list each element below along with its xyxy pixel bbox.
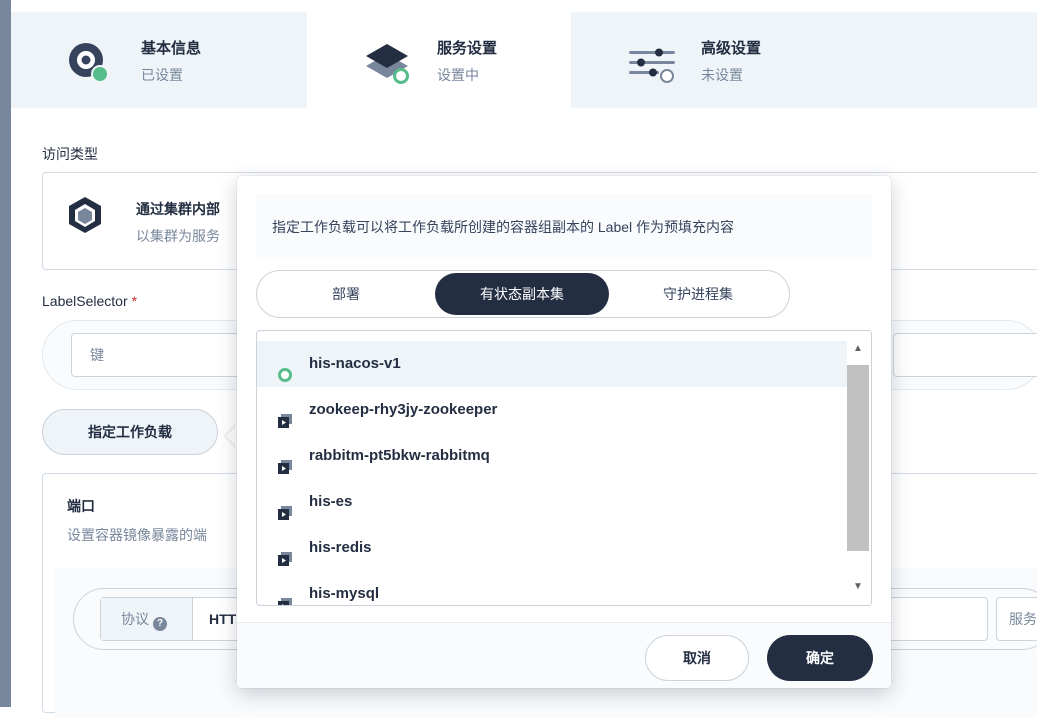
steps-header: 基本信息 已设置 服务设置 设置中 高级设置 未设置	[11, 12, 1037, 108]
workload-type-tabs: 部署 有状态副本集 守护进程集	[256, 270, 790, 318]
label-value-input[interactable]	[893, 333, 1037, 377]
tab-daemonsets[interactable]: 守护进程集	[611, 273, 785, 315]
list-item-label: his-nacos-v1	[309, 355, 401, 372]
step-title: 高级设置	[701, 40, 762, 57]
workload-popover: 指定工作负载可以将工作负载所创建的容器组副本的 Label 作为预填充内容 部署…	[237, 176, 891, 688]
step-status: 已设置	[141, 67, 183, 83]
step-basic-info[interactable]: 基本信息 已设置	[11, 12, 275, 108]
label-selector-text: LabelSelector	[42, 293, 128, 309]
workload-icon	[277, 540, 293, 566]
list-item-label: his-redis	[309, 539, 372, 556]
selected-radio-icon	[277, 356, 293, 382]
cube-icon	[65, 195, 105, 235]
step-title: 服务设置	[437, 40, 498, 57]
list-item[interactable]: his-es	[257, 479, 847, 525]
list-item[interactable]: his-redis	[257, 525, 847, 571]
popover-tip: 指定工作负载可以将工作负载所创建的容器组副本的 Label 作为预填充内容	[256, 194, 872, 260]
tab-statefulsets[interactable]: 有状态副本集	[435, 273, 609, 315]
access-type-desc: 以集群为服务	[136, 228, 220, 244]
advanced-settings-icon	[627, 38, 677, 88]
list-item-label: his-mysql	[309, 585, 380, 602]
workload-icon	[277, 494, 293, 520]
container-port-input[interactable]	[888, 597, 988, 641]
protocol-label: 协议?	[101, 598, 193, 640]
workload-list: his-nacos-v1 zookeep-rhy3jy-zookeeper ra…	[256, 330, 872, 606]
required-mark: *	[131, 293, 138, 309]
create-service-page: 基本信息 已设置 服务设置 设置中 高级设置 未设置 访问类型 通过集群内部 以…	[11, 0, 1037, 718]
step-status: 未设置	[701, 67, 743, 83]
workload-icon	[277, 448, 293, 474]
list-item[interactable]: zookeep-rhy3jy-zookeeper	[257, 387, 847, 433]
list-item-label: his-es	[309, 493, 353, 510]
access-type-label: 访问类型	[42, 146, 98, 162]
workload-icon	[277, 586, 293, 605]
cancel-button[interactable]: 取消	[645, 635, 749, 681]
specify-workload-button[interactable]: 指定工作负载	[42, 409, 218, 455]
service-port-input[interactable]: 服务端口	[996, 597, 1037, 641]
workload-icon	[277, 402, 293, 428]
access-type-title: 通过集群内部	[136, 201, 220, 217]
popover-footer: 取消 确定	[237, 622, 891, 688]
port-desc: 设置容器镜像暴露的端	[67, 527, 207, 543]
protocol-label-text: 协议	[121, 611, 149, 627]
step-service-settings[interactable]: 服务设置 设置中	[307, 12, 571, 108]
left-edge-bar	[0, 0, 11, 707]
list-item-label: zookeep-rhy3jy-zookeeper	[309, 401, 498, 418]
scroll-down-icon[interactable]: ▼	[847, 577, 869, 597]
basic-info-icon	[67, 38, 117, 88]
list-item[interactable]: his-mysql	[257, 571, 847, 605]
list-item[interactable]: rabbitm-pt5bkw-rabbitmq	[257, 433, 847, 479]
label-selector-label: LabelSelector *	[42, 293, 137, 309]
list-item[interactable]: his-nacos-v1	[257, 341, 847, 387]
list-item-label: rabbitm-pt5bkw-rabbitmq	[309, 447, 490, 464]
tab-deployments[interactable]: 部署	[259, 273, 433, 315]
scrollbar-thumb[interactable]	[847, 365, 869, 551]
step-status: 设置中	[437, 67, 479, 83]
port-title: 端口	[67, 498, 95, 514]
scroll-up-icon[interactable]: ▲	[847, 339, 869, 359]
step-title: 基本信息	[141, 40, 202, 57]
help-icon[interactable]: ?	[153, 617, 167, 631]
service-settings-icon	[363, 38, 413, 88]
step-advanced-settings[interactable]: 高级设置 未设置	[571, 12, 835, 108]
confirm-button[interactable]: 确定	[767, 635, 873, 681]
